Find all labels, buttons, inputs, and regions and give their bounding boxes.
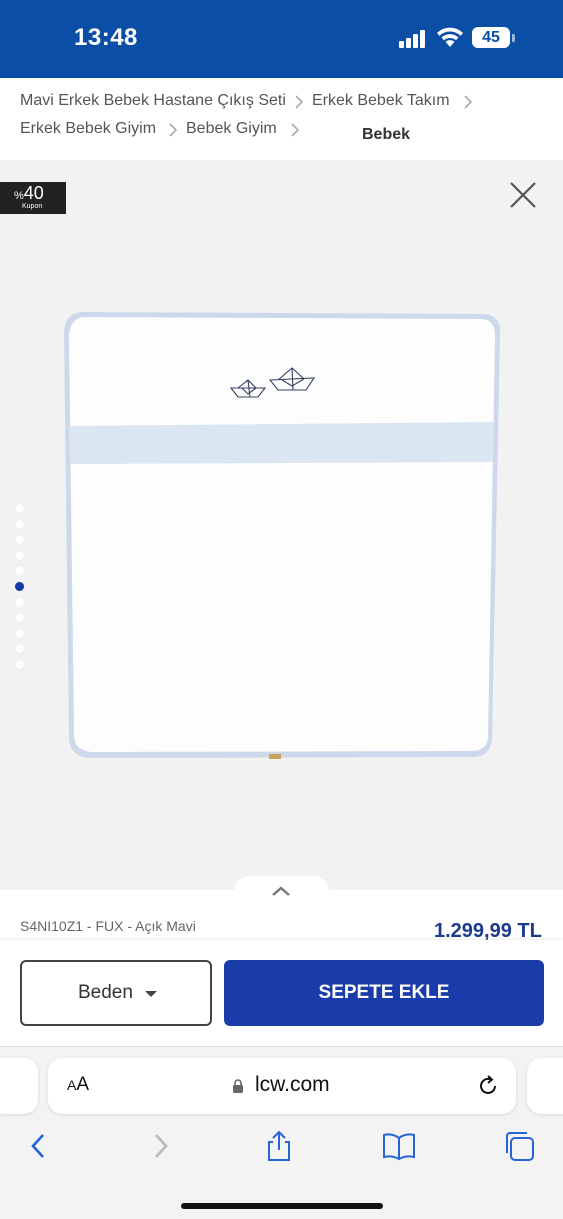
close-icon[interactable] [506, 178, 540, 212]
pagination-dot[interactable] [15, 504, 24, 513]
pagination-dot[interactable] [15, 566, 24, 576]
chevron-right-icon [169, 123, 178, 137]
chevron-right-icon [295, 95, 304, 109]
address-bar[interactable]: AA lcw.com [48, 1058, 516, 1114]
share-icon[interactable] [262, 1129, 296, 1163]
coupon-label: Kupon [22, 203, 43, 210]
breadcrumb: Mavi Erkek Bebek Hastane Çıkış Seti Erke… [0, 78, 563, 160]
product-image-gallery[interactable]: %40 Kupon [0, 160, 563, 890]
breadcrumb-item[interactable]: Erkek Bebek Giyim [20, 120, 156, 138]
chevron-right-icon [291, 123, 300, 137]
chevron-right-icon [464, 95, 473, 109]
pagination-dot[interactable] [15, 597, 24, 607]
app-screen: 13:48 45 Mavi Erkek Bebek Hastane Çıkış … [0, 0, 563, 1219]
cellular-signal-icon [399, 30, 427, 48]
product-sku: S4NI10Z1 - FUX - Açık Mavi [20, 918, 196, 934]
wifi-icon [437, 27, 463, 47]
pagination-dot[interactable] [15, 519, 24, 529]
battery-tip [512, 34, 515, 42]
forward-icon[interactable] [143, 1129, 177, 1163]
pagination-dot[interactable] [15, 550, 24, 560]
battery-level: 45 [482, 29, 500, 46]
pagination-dot[interactable] [15, 659, 24, 669]
lock-icon [233, 1079, 243, 1093]
pagination-dot[interactable] [15, 613, 24, 623]
page-settings-button[interactable]: AA [67, 1074, 89, 1096]
breadcrumb-item[interactable]: Bebek Giyim [186, 120, 277, 138]
browser-toolbar: AA lcw.com [0, 1046, 563, 1219]
coupon-badge: %40 Kupon [0, 182, 66, 214]
action-bar: Beden SEPETE EKLE [0, 940, 563, 1046]
home-indicator [181, 1203, 383, 1209]
back-icon[interactable] [22, 1129, 56, 1163]
coupon-percent: %40 [14, 183, 44, 203]
tabs-icon[interactable] [502, 1129, 536, 1163]
breadcrumb-current: Bebek [362, 126, 411, 143]
product-image [64, 312, 501, 759]
size-select-label: Beden [78, 982, 133, 1003]
pagination-dot-active[interactable] [15, 581, 24, 591]
add-to-cart-button[interactable]: SEPETE EKLE [224, 960, 544, 1026]
bookmarks-icon[interactable] [382, 1129, 416, 1163]
previous-tab-peek[interactable] [0, 1058, 38, 1114]
gallery-pagination [15, 504, 25, 676]
chevron-up-icon[interactable] [234, 876, 329, 906]
url-text: lcw.com [255, 1073, 330, 1096]
pagination-dot[interactable] [15, 644, 24, 654]
status-time: 13:48 [74, 24, 138, 51]
pagination-dot[interactable] [15, 628, 24, 638]
breadcrumb-item[interactable]: Mavi Erkek Bebek Hastane Çıkış Seti [20, 92, 286, 110]
pagination-dot[interactable] [15, 535, 24, 545]
breadcrumb-item[interactable]: Erkek Bebek Takım [312, 92, 450, 110]
size-select[interactable]: Beden [20, 960, 212, 1026]
battery-icon: 45 [472, 27, 510, 48]
next-tab-peek[interactable] [527, 1058, 563, 1114]
caret-down-icon [145, 991, 157, 997]
reload-icon[interactable] [476, 1074, 500, 1098]
status-bar: 13:48 45 [0, 0, 563, 78]
